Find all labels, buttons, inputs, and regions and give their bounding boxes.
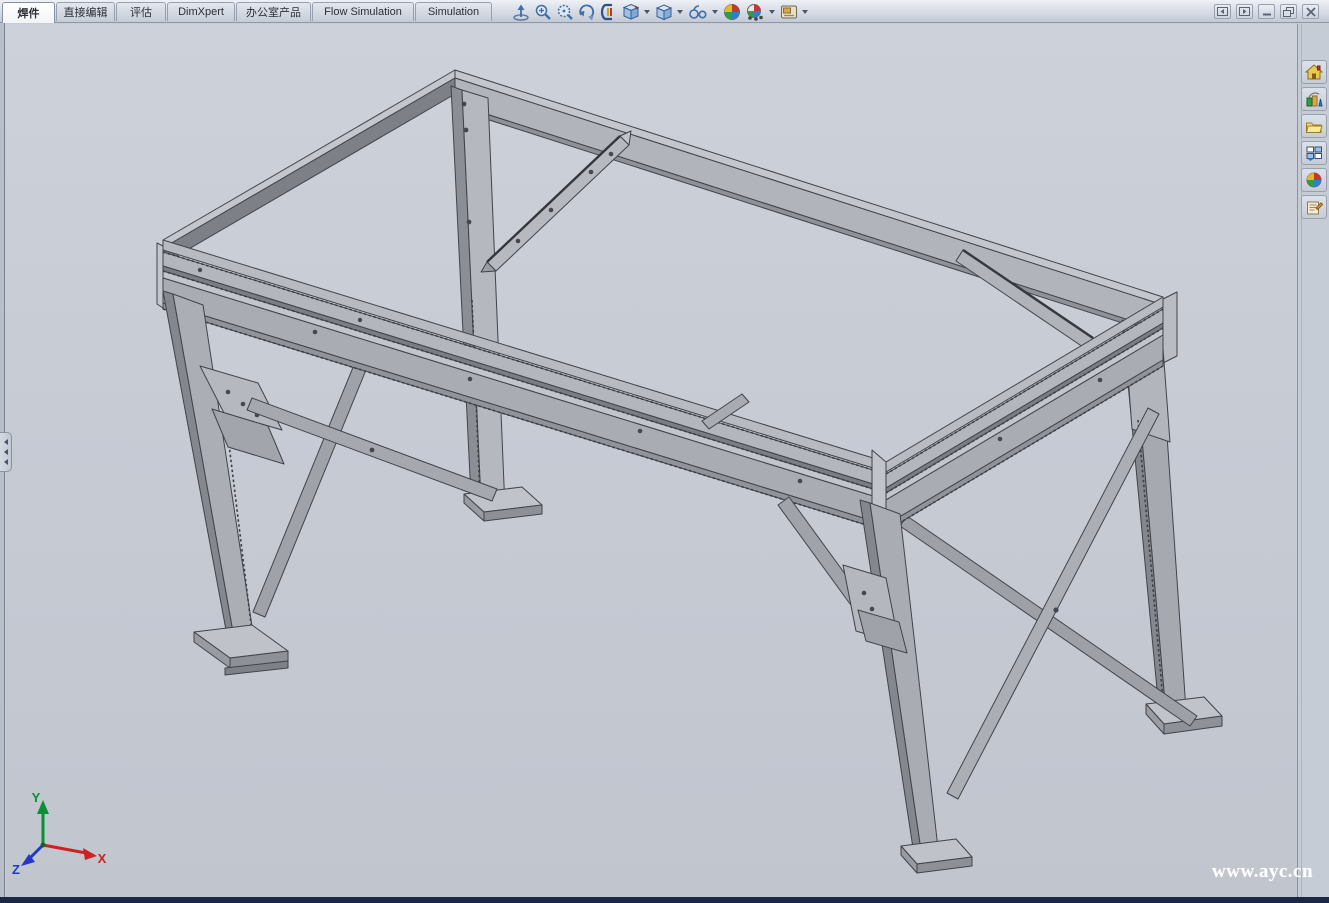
apply-scene-icon xyxy=(744,2,766,22)
close-icon xyxy=(1306,7,1316,17)
model-rail-end-right xyxy=(1163,292,1177,363)
dock-left-icon xyxy=(1217,7,1228,16)
display-style-icon xyxy=(654,2,674,22)
section-view-button[interactable] xyxy=(598,1,620,23)
restore-button[interactable] xyxy=(1280,4,1297,19)
zoom-to-area-icon xyxy=(533,2,553,22)
zoom-to-fit-icon xyxy=(511,2,531,22)
restore-icon xyxy=(1283,7,1294,17)
dock-right-icon xyxy=(1239,7,1250,16)
model-rim-back-left xyxy=(163,70,455,264)
zoom-in-out-icon xyxy=(555,2,575,22)
view-orientation-icon xyxy=(621,2,641,22)
tab-direct-editing[interactable]: 直接编辑 xyxy=(56,2,115,21)
collapse-arrow-icon xyxy=(4,439,8,445)
solidworks-resources-button[interactable] xyxy=(1301,60,1327,84)
dock-right-button[interactable] xyxy=(1236,4,1253,19)
orientation-triad: Y X Z xyxy=(12,790,107,877)
heads-up-toolbar xyxy=(510,1,811,23)
view-orientation-button[interactable] xyxy=(620,1,642,23)
section-view-icon xyxy=(599,2,619,22)
model-canvas[interactable]: Y X Z xyxy=(0,0,1329,903)
triad-x-label: X xyxy=(98,851,107,866)
triad-y-label: Y xyxy=(32,790,41,805)
design-library-button[interactable] xyxy=(1301,87,1327,111)
tab-dimxpert[interactable]: DimXpert xyxy=(167,2,235,21)
model-front-brace-left xyxy=(247,398,497,501)
minimize-button[interactable] xyxy=(1258,4,1275,19)
rotate-view-icon xyxy=(577,2,597,22)
folder-icon xyxy=(1305,118,1323,134)
ribbon-bar: 焊件 直接编辑 评估 DimXpert 办公室产品 Flow Simulatio… xyxy=(0,0,1329,23)
tab-evaluate[interactable]: 评估 xyxy=(116,2,166,21)
zoom-to-area-button[interactable] xyxy=(532,1,554,23)
display-style-dropdown[interactable] xyxy=(677,10,683,14)
view-palette-icon xyxy=(1305,145,1323,161)
window-controls xyxy=(1214,4,1319,19)
collapse-arrow-icon xyxy=(4,459,8,465)
home-icon xyxy=(1305,64,1323,80)
model-rails-front-right xyxy=(872,297,1163,531)
model-leg-post-back-left xyxy=(451,86,542,521)
display-style-button[interactable] xyxy=(653,1,675,23)
edit-appearance-icon xyxy=(722,2,742,22)
watermark: www.ayc.cn xyxy=(1212,861,1324,883)
file-explorer-button[interactable] xyxy=(1301,114,1327,138)
command-tabs: 焊件 直接编辑 评估 DimXpert 办公室产品 Flow Simulatio… xyxy=(2,2,493,23)
view-orientation-dropdown[interactable] xyxy=(644,10,650,14)
view-settings-button[interactable] xyxy=(778,1,800,23)
zoom-to-fit-button[interactable] xyxy=(510,1,532,23)
view-settings-icon xyxy=(779,2,799,22)
edit-appearance-button[interactable] xyxy=(721,1,743,23)
hide-show-items-button[interactable] xyxy=(686,1,710,23)
custom-properties-icon xyxy=(1305,199,1323,215)
hide-show-items-icon xyxy=(687,2,709,22)
hide-show-items-dropdown[interactable] xyxy=(712,10,718,14)
triad-z-label: Z xyxy=(12,862,20,877)
solidworks-window: Y X Z 焊件 直接编辑 评估 DimXpert 办公室产品 Flow Sim… xyxy=(0,0,1329,903)
close-button[interactable] xyxy=(1302,4,1319,19)
rotate-view-button[interactable] xyxy=(576,1,598,23)
model-left-end-brace-rear xyxy=(253,338,377,617)
model-top-brace xyxy=(481,131,631,272)
design-library-icon xyxy=(1305,91,1323,107)
task-pane xyxy=(1297,24,1329,897)
dock-left-button[interactable] xyxy=(1214,4,1231,19)
featuremanager-collapse-tab[interactable] xyxy=(0,432,12,472)
tab-flow-simulation[interactable]: Flow Simulation xyxy=(312,2,414,21)
minimize-icon xyxy=(1262,7,1272,16)
custom-properties-button[interactable] xyxy=(1301,195,1327,219)
apply-scene-dropdown[interactable] xyxy=(769,10,775,14)
tab-simulation[interactable]: Simulation xyxy=(415,2,492,21)
appearances-scenes-button[interactable] xyxy=(1301,168,1327,192)
tab-office-products[interactable]: 办公室产品 xyxy=(236,2,311,21)
model-leg-front-left xyxy=(163,291,288,675)
zoom-in-out-button[interactable] xyxy=(554,1,576,23)
view-settings-dropdown[interactable] xyxy=(802,10,808,14)
appearances-icon xyxy=(1306,172,1322,188)
tab-weldments[interactable]: 焊件 xyxy=(2,2,55,23)
view-palette-button[interactable] xyxy=(1301,141,1327,165)
apply-scene-button[interactable] xyxy=(743,1,767,23)
collapse-arrow-icon xyxy=(4,449,8,455)
